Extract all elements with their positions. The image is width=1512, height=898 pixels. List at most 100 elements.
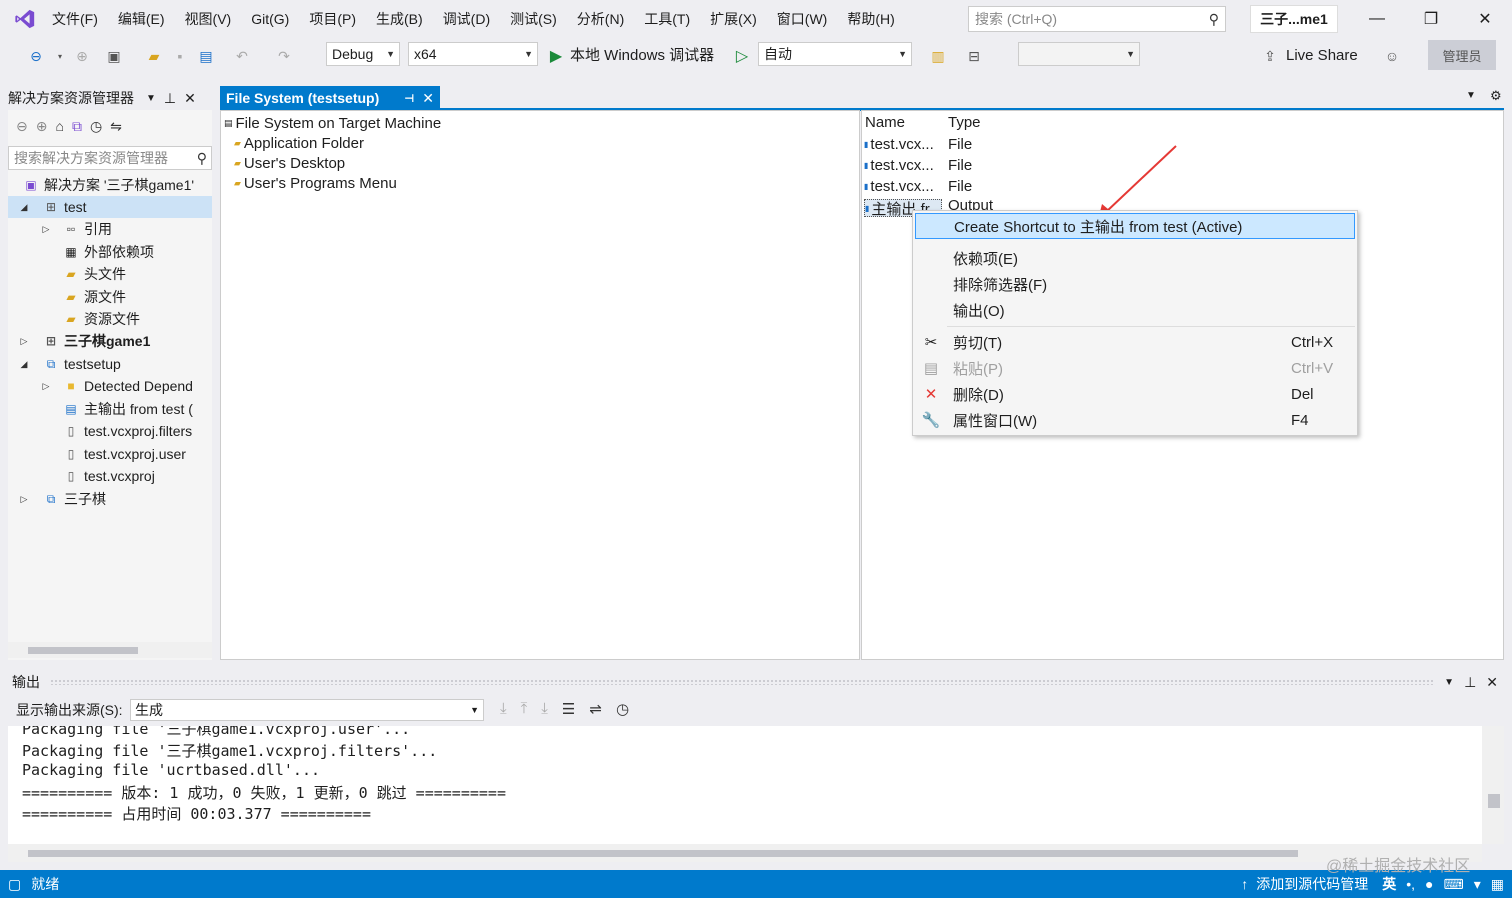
pin-icon[interactable]: ⊣ — [404, 92, 414, 105]
word-wrap-icon[interactable]: ⇌ — [589, 700, 602, 718]
go-to-line-icon[interactable]: ⤓ — [500, 700, 507, 718]
scroll-thumb[interactable] — [28, 850, 1298, 857]
redo-icon[interactable]: ↷ — [274, 46, 294, 66]
auto-select[interactable]: 自动 ▼ — [758, 42, 912, 66]
microphone-icon[interactable]: ● — [1425, 876, 1433, 892]
tree-item-detected-deps[interactable]: ▷ ■ Detected Depend — [8, 375, 212, 397]
list-item[interactable]: ▮ test.vcx... — [864, 178, 934, 195]
start-debug-icon[interactable]: ▶ — [546, 46, 566, 66]
menu-debug[interactable]: 调试(D) — [433, 0, 500, 38]
expand-arrow-icon[interactable]: ▷ — [40, 381, 52, 392]
tree-item-external-deps[interactable]: ▦ 外部依赖项 — [8, 241, 212, 263]
live-share-button[interactable]: Live Share — [1286, 47, 1358, 64]
scroll-thumb[interactable] — [28, 647, 138, 654]
fs-users-programs-menu[interactable]: ▰ User's Programs Menu — [234, 173, 397, 193]
collapse-arrow-icon[interactable]: ◢ — [18, 359, 30, 370]
menu-project[interactable]: 项目(P) — [299, 0, 366, 38]
tree-item-solution[interactable]: ▣ 解决方案 '三子棋game1' — [8, 174, 212, 196]
menu-test[interactable]: 测试(S) — [500, 0, 567, 38]
menu-item-cut[interactable]: ✂ 剪切(T) Ctrl+X — [913, 329, 1357, 355]
menu-item-delete[interactable]: ✕ 删除(D) Del — [913, 381, 1357, 407]
output-vscrollbar[interactable] — [1482, 726, 1504, 844]
platform-select[interactable]: x64 ▼ — [408, 42, 538, 66]
expand-arrow-icon[interactable]: ▷ — [40, 224, 52, 235]
menu-edit[interactable]: 编辑(E) — [108, 0, 175, 38]
start-without-debug-icon[interactable]: ▷ — [732, 46, 752, 66]
skin-icon[interactable]: ▾ — [1474, 876, 1481, 893]
share-icon[interactable]: ⇪ — [1260, 46, 1280, 66]
admin-button[interactable]: 管理员 — [1428, 40, 1496, 70]
menu-window[interactable]: 窗口(W) — [767, 0, 838, 38]
expand-arrow-icon[interactable]: ▷ — [18, 494, 30, 505]
expand-arrow-icon[interactable]: ▷ — [18, 336, 30, 347]
search-input[interactable]: 搜索 (Ctrl+Q) ⚲ — [968, 6, 1226, 32]
new-project-icon[interactable]: ▣ — [104, 46, 124, 66]
close-window-button[interactable]: ✕ — [1458, 0, 1512, 38]
tree-item-test[interactable]: ◢ ⊞ test — [8, 196, 212, 218]
tree-item-sanziqi[interactable]: ▷ ⧉ 三子棋 — [8, 488, 212, 510]
keyboard-icon[interactable]: ⌨ — [1444, 876, 1464, 893]
tree-item-filters[interactable]: ▯ test.vcxproj.filters — [8, 420, 212, 442]
output-source-select[interactable]: 生成 ▼ — [130, 699, 484, 721]
open-folder-icon[interactable]: ▰ — [144, 46, 164, 66]
dropdown-arrow-icon[interactable]: ▾ — [50, 46, 70, 66]
fs-users-desktop[interactable]: ▰ User's Desktop — [234, 153, 345, 173]
tree-item-game1[interactable]: ▷ ⊞ 三子棋game1 — [8, 330, 212, 352]
save-all-icon[interactable]: ▤ — [196, 46, 216, 66]
close-icon[interactable]: ✕ — [184, 90, 196, 107]
prev-message-icon[interactable]: ⤒ — [521, 700, 528, 718]
navigate-back-icon[interactable]: ⊖ — [26, 46, 46, 66]
menu-extensions[interactable]: 扩展(X) — [700, 0, 767, 38]
tree-item-vcxproj[interactable]: ▯ test.vcxproj — [8, 465, 212, 487]
switch-view-icon[interactable]: ⧉ — [72, 118, 82, 135]
scroll-thumb[interactable] — [1488, 794, 1500, 808]
menu-file[interactable]: 文件(F) — [42, 0, 108, 38]
browse-folder-icon[interactable]: ▥ — [928, 46, 948, 66]
menu-item-dependencies[interactable]: 依赖项(E) — [913, 245, 1357, 271]
layout-icon[interactable]: ⊟ — [964, 46, 984, 66]
list-item[interactable]: ▮ test.vcx... — [864, 136, 934, 153]
tab-file-system[interactable]: File System (testsetup) ⊣ ✕ — [220, 86, 440, 110]
menu-item-exclude-filter[interactable]: 排除筛选器(F) — [913, 271, 1357, 297]
save-icon[interactable]: ▪ — [170, 46, 190, 66]
collapse-arrow-icon[interactable]: ◢ — [18, 202, 30, 213]
output-hscrollbar[interactable] — [8, 844, 1482, 862]
add-to-source-control-button[interactable]: 添加到源代码管理 — [1256, 874, 1368, 894]
history-icon[interactable]: ◷ — [90, 118, 102, 135]
ime-punctuation-icon[interactable]: •, — [1406, 876, 1415, 892]
solution-hscrollbar[interactable] — [8, 642, 212, 658]
menu-git[interactable]: Git(G) — [241, 0, 299, 38]
ime-mode-indicator[interactable]: 英 — [1382, 874, 1396, 894]
tree-item-resources[interactable]: ▰ 资源文件 — [8, 308, 212, 330]
close-icon[interactable]: ✕ — [422, 90, 434, 107]
back-icon[interactable]: ⊖ — [16, 118, 28, 135]
menu-analyze[interactable]: 分析(N) — [567, 0, 634, 38]
home-icon[interactable]: ⌂ — [55, 118, 63, 135]
menu-item-create-shortcut[interactable]: Create Shortcut to 主输出 from test (Active… — [915, 213, 1355, 239]
config-select[interactable]: Debug ▼ — [326, 42, 400, 66]
gear-icon[interactable]: ⚙ — [1490, 88, 1502, 104]
menu-item-outputs[interactable]: 输出(O) — [913, 297, 1357, 323]
menu-view[interactable]: 视图(V) — [175, 0, 242, 38]
fs-root[interactable]: ▤ File System on Target Machine — [224, 113, 441, 133]
tree-item-headers[interactable]: ▰ 头文件 — [8, 263, 212, 285]
pin-icon[interactable]: ⊥ — [164, 90, 176, 107]
forward-icon[interactable]: ⊕ — [36, 118, 48, 135]
debugger-label[interactable]: 本地 Windows 调试器 — [570, 44, 714, 65]
column-header-type[interactable]: Type — [948, 114, 981, 131]
tree-item-testsetup[interactable]: ◢ ⧉ testsetup — [8, 353, 212, 375]
navigate-forward-icon[interactable]: ⊕ — [72, 46, 92, 66]
next-message-icon[interactable]: ⤓ — [541, 700, 548, 718]
pin-icon[interactable]: ⊥ — [1464, 674, 1476, 691]
grid-icon[interactable]: ▦ — [1491, 876, 1504, 893]
menu-tools[interactable]: 工具(T) — [634, 0, 700, 38]
tree-item-sources[interactable]: ▰ 源文件 — [8, 286, 212, 308]
output-text-area[interactable]: Packaging file '三子棋game1.vcxproj.user'..… — [8, 726, 1482, 844]
column-header-name[interactable]: Name — [865, 114, 905, 131]
feedback-icon[interactable]: ☺ — [1382, 46, 1402, 66]
menu-item-properties[interactable]: 🔧 属性窗口(W) F4 — [913, 407, 1357, 433]
restore-button[interactable]: ❐ — [1404, 0, 1458, 38]
fs-application-folder[interactable]: ▰ Application Folder — [234, 133, 364, 153]
minimize-button[interactable]: — — [1350, 0, 1404, 38]
tab-overflow-icon[interactable]: ▼ — [1466, 90, 1476, 101]
